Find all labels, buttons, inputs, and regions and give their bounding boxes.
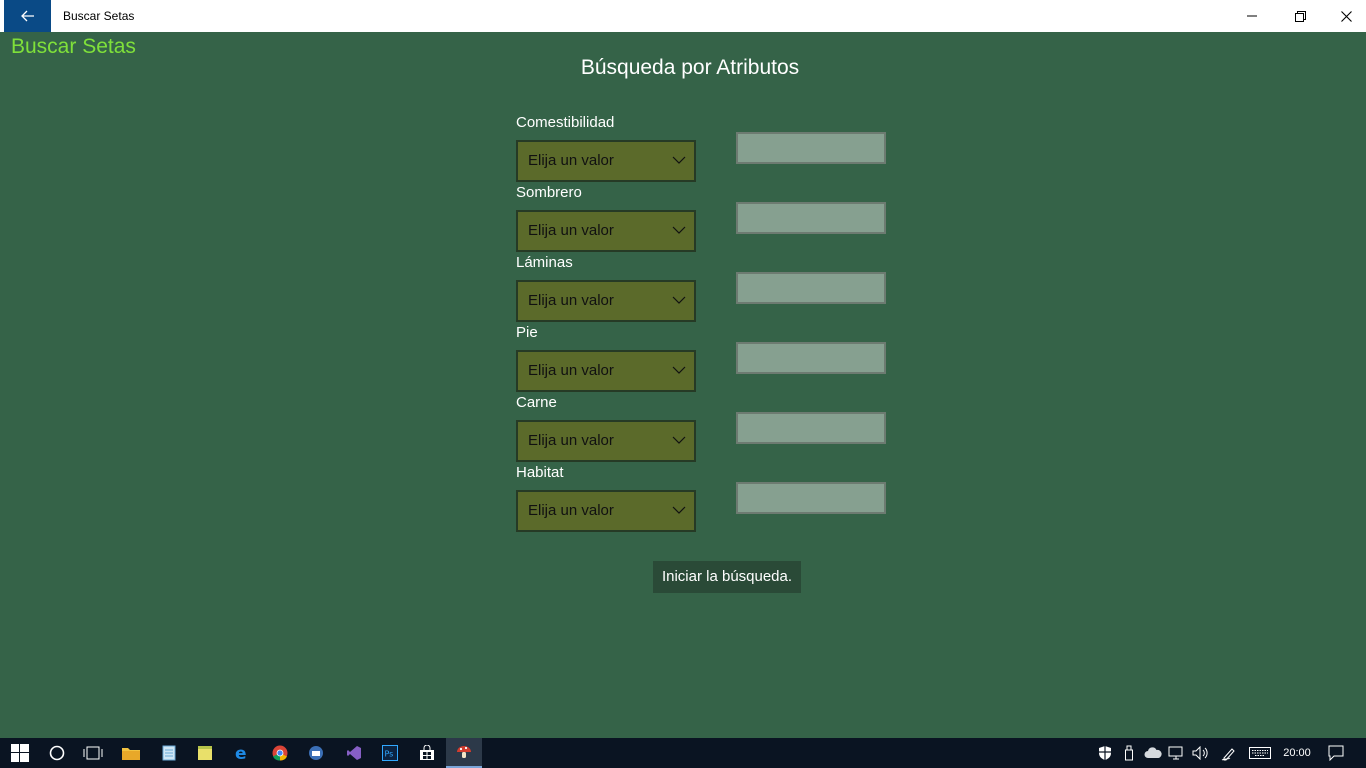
keyboard-icon[interactable] <box>1246 738 1274 768</box>
volume-icon[interactable] <box>1189 738 1213 768</box>
combo-habitat[interactable]: Elija un valor <box>516 490 696 532</box>
combo-value: Elija un valor <box>528 502 614 519</box>
window-title: Buscar Setas <box>63 9 135 23</box>
svg-text:Ps: Ps <box>385 750 394 759</box>
action-center-icon[interactable] <box>1324 738 1348 768</box>
label-carne: Carne <box>516 394 557 411</box>
label-comestibilidad: Comestibilidad <box>516 114 615 131</box>
search-button[interactable]: Iniciar la búsqueda. <box>653 561 801 593</box>
combo-pie[interactable]: Elija un valor <box>516 350 696 392</box>
combo-value: Elija un valor <box>528 222 614 239</box>
chevron-down-icon <box>672 366 686 374</box>
textbox-habitat[interactable] <box>736 482 886 514</box>
clock[interactable]: 20:00 <box>1280 738 1314 768</box>
chevron-down-icon <box>672 296 686 304</box>
store-icon[interactable] <box>409 738 445 768</box>
title-bar: Buscar Setas <box>0 0 1366 32</box>
cortana-icon[interactable] <box>39 738 75 768</box>
minimize-button[interactable] <box>1229 0 1275 32</box>
onedrive-icon[interactable] <box>1141 738 1165 768</box>
combo-carne[interactable]: Elija un valor <box>516 420 696 462</box>
chrome-icon[interactable] <box>262 738 298 768</box>
restore-icon <box>1294 10 1306 22</box>
back-button[interactable] <box>4 0 51 32</box>
restore-button[interactable] <box>1277 0 1323 32</box>
chevron-down-icon <box>672 156 686 164</box>
close-icon <box>1340 10 1352 22</box>
label-pie: Pie <box>516 324 538 341</box>
combo-sombrero[interactable]: Elija un valor <box>516 210 696 252</box>
chevron-down-icon <box>672 436 686 444</box>
combo-value: Elija un valor <box>528 362 614 379</box>
taskbar: e Ps 20:00 <box>0 738 1366 768</box>
pen-icon[interactable] <box>1217 738 1241 768</box>
thunderbird-icon[interactable] <box>298 738 334 768</box>
file-explorer-icon[interactable] <box>113 738 149 768</box>
textbox-sombrero[interactable] <box>736 202 886 234</box>
task-view-icon[interactable] <box>75 738 111 768</box>
textbox-laminas[interactable] <box>736 272 886 304</box>
sticky-notes-icon[interactable] <box>187 738 223 768</box>
chevron-down-icon <box>672 506 686 514</box>
label-habitat: Habitat <box>516 464 564 481</box>
label-sombrero: Sombrero <box>516 184 582 201</box>
combo-laminas[interactable]: Elija un valor <box>516 280 696 322</box>
page-title: Búsqueda por Atributos <box>580 56 800 79</box>
usb-icon[interactable] <box>1117 738 1141 768</box>
chevron-down-icon <box>672 226 686 234</box>
textbox-carne[interactable] <box>736 412 886 444</box>
combo-value: Elija un valor <box>528 292 614 309</box>
defender-icon[interactable] <box>1093 738 1117 768</box>
network-icon[interactable] <box>1165 738 1189 768</box>
combo-value: Elija un valor <box>528 152 614 169</box>
windows-start-icon[interactable] <box>2 738 38 768</box>
edge-icon[interactable]: e <box>224 738 260 768</box>
close-button[interactable] <box>1323 0 1366 32</box>
combo-value: Elija un valor <box>528 432 614 449</box>
textbox-comestibilidad[interactable] <box>736 132 886 164</box>
visual-studio-icon[interactable] <box>336 738 372 768</box>
minimize-icon <box>1247 15 1257 17</box>
textbox-pie[interactable] <box>736 342 886 374</box>
svg-text:e: e <box>235 744 247 762</box>
notepad-icon[interactable] <box>151 738 187 768</box>
label-laminas: Láminas <box>516 254 573 271</box>
arrow-left-icon <box>20 10 34 22</box>
combo-comestibilidad[interactable]: Elija un valor <box>516 140 696 182</box>
mushroom-app-icon[interactable] <box>446 738 482 768</box>
photoshop-icon[interactable]: Ps <box>372 738 408 768</box>
